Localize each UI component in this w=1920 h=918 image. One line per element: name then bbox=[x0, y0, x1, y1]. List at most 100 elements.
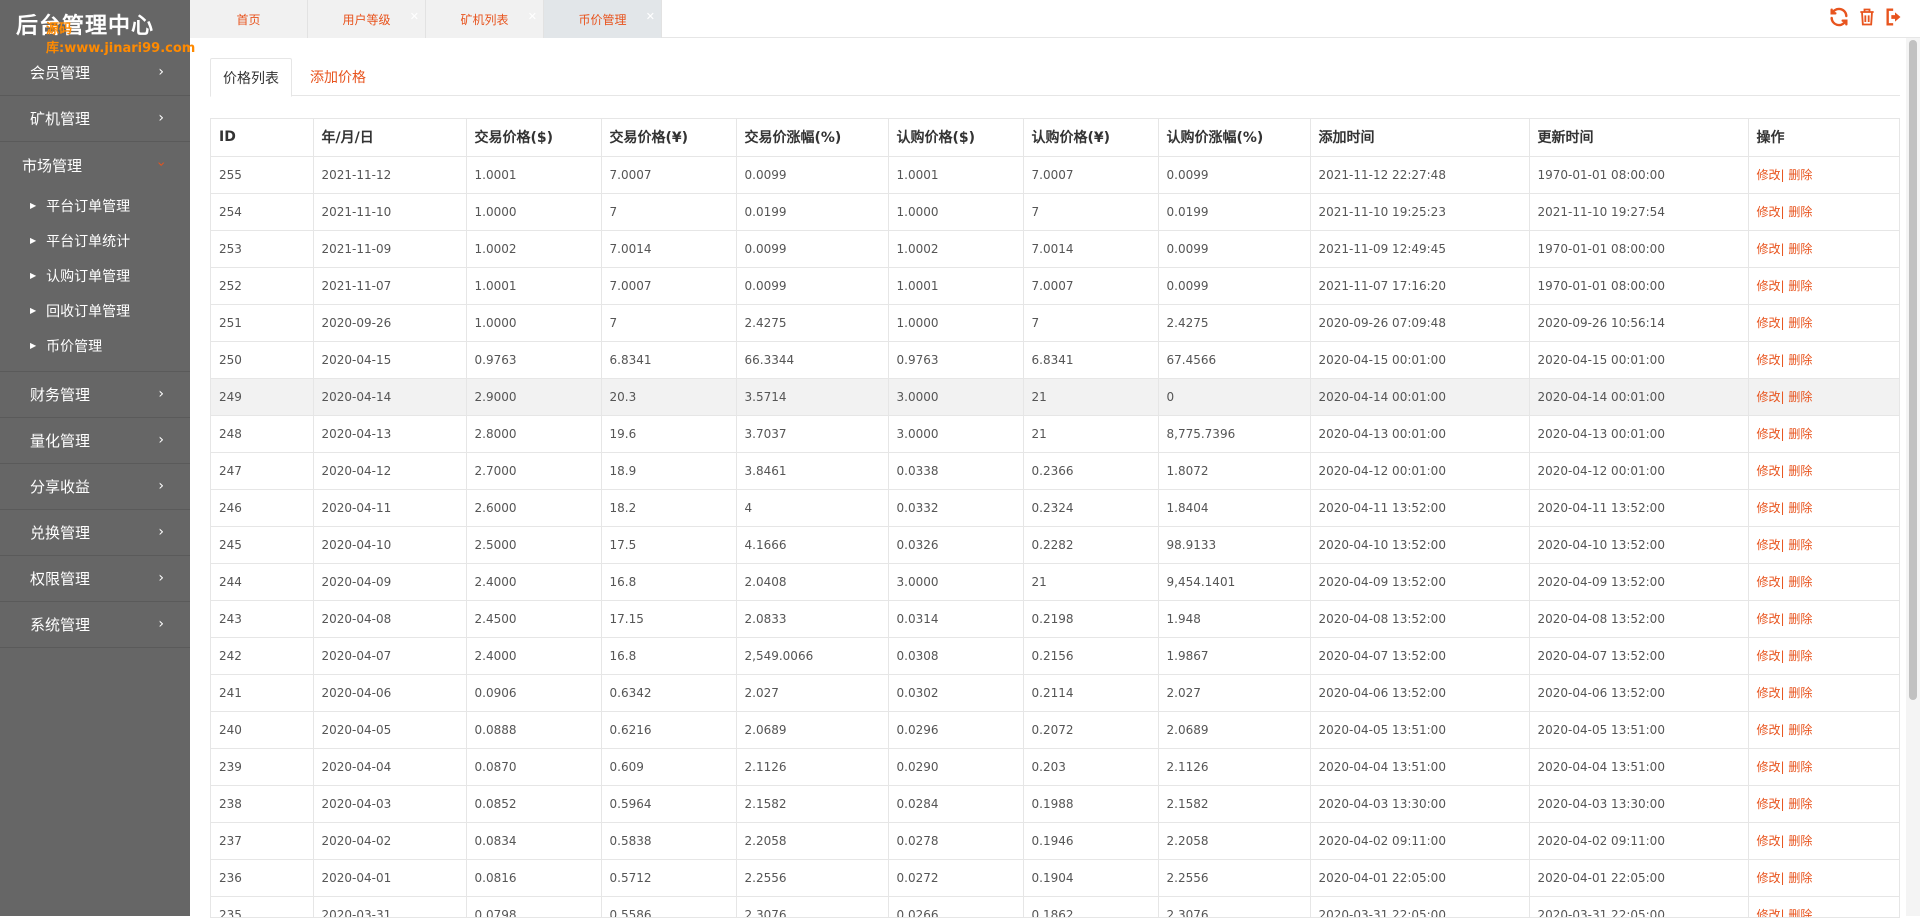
close-icon[interactable]: ✕ bbox=[646, 10, 655, 23]
table-cell: 2020-04-03 13:30:00 bbox=[1310, 785, 1530, 823]
delete-link[interactable]: 删除 bbox=[1785, 168, 1812, 182]
edit-link[interactable]: 修改| bbox=[1757, 168, 1785, 182]
delete-link[interactable]: 删除 bbox=[1785, 612, 1812, 626]
delete-link[interactable]: 删除 bbox=[1785, 353, 1812, 367]
delete-link[interactable]: 删除 bbox=[1785, 908, 1812, 917]
sidebar: 后台管理中心 源码库:www.jinari99.com 会员管理 › 矿机管理 › 市场… bbox=[0, 0, 195, 916]
page-scrollbar[interactable] bbox=[1906, 38, 1920, 916]
delete-link[interactable]: 删除 bbox=[1785, 723, 1812, 737]
edit-link[interactable]: 修改| bbox=[1757, 871, 1785, 885]
tab-add-price[interactable]: 添加价格 bbox=[298, 58, 378, 96]
top-tab[interactable]: 首页 bbox=[190, 0, 308, 38]
sidebar-item[interactable]: 市场管理 › bbox=[0, 142, 190, 188]
edit-link[interactable]: 修改| bbox=[1757, 649, 1785, 663]
table-cell: 2020-04-11 13:52:00 bbox=[1310, 489, 1530, 527]
delete-link[interactable]: 删除 bbox=[1785, 575, 1812, 589]
edit-link[interactable]: 修改| bbox=[1757, 279, 1785, 293]
top-tab[interactable]: 币价管理 ✕ bbox=[544, 0, 662, 38]
sidebar-subitem[interactable]: ▶ 币价管理 bbox=[0, 328, 190, 363]
table-cell: 0.6342 bbox=[601, 674, 737, 712]
table-cell: 2020-09-26 07:09:48 bbox=[1310, 304, 1530, 342]
table-cell: 0.0870 bbox=[466, 748, 602, 786]
trash-icon[interactable] bbox=[1856, 6, 1878, 28]
table-cell: 2020-04-10 13:52:00 bbox=[1310, 526, 1530, 564]
table-cell: 0.609 bbox=[601, 748, 737, 786]
edit-link[interactable]: 修改| bbox=[1757, 538, 1785, 552]
table-cell: 2020-04-09 13:52:00 bbox=[1310, 563, 1530, 601]
table-cell: 2020-03-31 22:05:00 bbox=[1310, 896, 1530, 917]
top-tab-label: 用户等级 bbox=[342, 12, 391, 27]
edit-link[interactable]: 修改| bbox=[1757, 242, 1785, 256]
sidebar-subitem[interactable]: ▶ 平台订单管理 bbox=[0, 188, 190, 223]
scrollbar-thumb[interactable] bbox=[1909, 40, 1917, 700]
edit-link[interactable]: 修改| bbox=[1757, 501, 1785, 515]
table-cell: 2020-04-06 13:52:00 bbox=[1529, 674, 1749, 712]
top-tab[interactable]: 矿机列表 ✕ bbox=[426, 0, 544, 38]
edit-link[interactable]: 修改| bbox=[1757, 316, 1785, 330]
delete-link[interactable]: 删除 bbox=[1785, 242, 1812, 256]
delete-link[interactable]: 删除 bbox=[1785, 464, 1812, 478]
table-cell: 236 bbox=[211, 859, 314, 897]
sidebar-item[interactable]: 系统管理 › bbox=[0, 602, 190, 648]
refresh-icon[interactable] bbox=[1828, 6, 1850, 28]
row-actions: 修改| 删除 bbox=[1748, 563, 1899, 601]
table-cell: 249 bbox=[211, 378, 314, 416]
delete-link[interactable]: 删除 bbox=[1785, 538, 1812, 552]
table-cell: 7 bbox=[601, 304, 737, 342]
edit-link[interactable]: 修改| bbox=[1757, 612, 1785, 626]
sidebar-menu: 会员管理 › 矿机管理 › 市场管理 › ▶ 平台订单管理 ▶ 平台订单统计 ▶ 认购订单管理 ▶ 回收订… bbox=[0, 50, 190, 648]
delete-link[interactable]: 删除 bbox=[1785, 797, 1812, 811]
edit-link[interactable]: 修改| bbox=[1757, 760, 1785, 774]
table-cell: 254 bbox=[211, 193, 314, 231]
close-icon[interactable]: ✕ bbox=[528, 10, 537, 23]
sidebar-item[interactable]: 会员管理 › bbox=[0, 50, 190, 96]
logout-icon[interactable] bbox=[1884, 6, 1906, 28]
edit-link[interactable]: 修改| bbox=[1757, 797, 1785, 811]
table-cell: 2020-04-08 13:52:00 bbox=[1310, 600, 1530, 638]
table-row: 240 2020-04-05 0.0888 0.6216 2.0689 0.0296 0.2… bbox=[211, 711, 1899, 749]
close-icon[interactable]: ✕ bbox=[410, 10, 419, 23]
edit-link[interactable]: 修改| bbox=[1757, 834, 1785, 848]
delete-link[interactable]: 删除 bbox=[1785, 760, 1812, 774]
table-cell: 2.2556 bbox=[736, 859, 889, 897]
edit-link[interactable]: 修改| bbox=[1757, 686, 1785, 700]
sidebar-item[interactable]: 权限管理 › bbox=[0, 556, 190, 602]
row-actions: 修改| 删除 bbox=[1748, 859, 1899, 897]
tab-price-list[interactable]: 价格列表 bbox=[210, 58, 292, 97]
edit-link[interactable]: 修改| bbox=[1757, 723, 1785, 737]
table-cell: 7 bbox=[1023, 304, 1159, 342]
delete-link[interactable]: 删除 bbox=[1785, 649, 1812, 663]
sidebar-item[interactable]: 财务管理 › bbox=[0, 372, 190, 418]
table-cell: 251 bbox=[211, 304, 314, 342]
top-tab[interactable]: 用户等级 ✕ bbox=[308, 0, 426, 38]
delete-link[interactable]: 删除 bbox=[1785, 871, 1812, 885]
sidebar-subitem[interactable]: ▶ 平台订单统计 bbox=[0, 223, 190, 258]
delete-link[interactable]: 删除 bbox=[1785, 279, 1812, 293]
sidebar-item[interactable]: 矿机管理 › bbox=[0, 96, 190, 142]
delete-link[interactable]: 删除 bbox=[1785, 427, 1812, 441]
sidebar-item-label: 量化管理 bbox=[30, 432, 91, 450]
edit-link[interactable]: 修改| bbox=[1757, 908, 1785, 917]
edit-link[interactable]: 修改| bbox=[1757, 464, 1785, 478]
sidebar-subitem[interactable]: ▶ 认购订单管理 bbox=[0, 258, 190, 293]
delete-link[interactable]: 删除 bbox=[1785, 686, 1812, 700]
edit-link[interactable]: 修改| bbox=[1757, 575, 1785, 589]
sidebar-item[interactable]: 量化管理 › bbox=[0, 418, 190, 464]
table-row: 244 2020-04-09 2.4000 16.8 2.0408 3.0000 21 9,4… bbox=[211, 563, 1899, 601]
sidebar-subitem[interactable]: ▶ 回收订单管理 bbox=[0, 293, 190, 328]
delete-link[interactable]: 删除 bbox=[1785, 205, 1812, 219]
delete-link[interactable]: 删除 bbox=[1785, 501, 1812, 515]
delete-link[interactable]: 删除 bbox=[1785, 834, 1812, 848]
table-cell: 2.027 bbox=[1158, 674, 1311, 712]
delete-link[interactable]: 删除 bbox=[1785, 390, 1812, 404]
table-cell: 2.2556 bbox=[1158, 859, 1311, 897]
edit-link[interactable]: 修改| bbox=[1757, 427, 1785, 441]
sidebar-item[interactable]: 兑换管理 › bbox=[0, 510, 190, 556]
edit-link[interactable]: 修改| bbox=[1757, 390, 1785, 404]
delete-link[interactable]: 删除 bbox=[1785, 316, 1812, 330]
edit-link[interactable]: 修改| bbox=[1757, 353, 1785, 367]
sidebar-item[interactable]: 分享收益 › bbox=[0, 464, 190, 510]
edit-link[interactable]: 修改| bbox=[1757, 205, 1785, 219]
table-cell: 2020-04-03 bbox=[313, 785, 467, 823]
sidebar-subitem-label: 币价管理 bbox=[46, 338, 103, 355]
